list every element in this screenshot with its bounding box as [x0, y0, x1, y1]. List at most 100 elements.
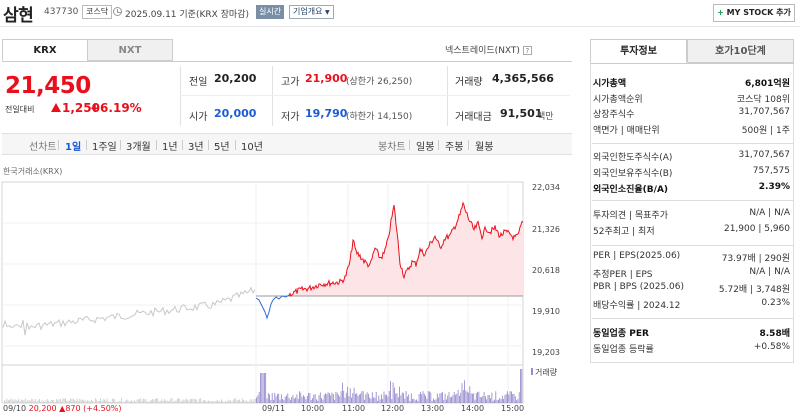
prev-day-change: 870 — [65, 404, 81, 413]
info-row: 동일업종 PER 8.58배 — [592, 326, 792, 340]
volume-bar — [239, 399, 241, 403]
volume-bar — [329, 393, 330, 403]
volume-bar — [326, 394, 328, 403]
volume-bar — [62, 398, 64, 403]
volume-bar — [31, 398, 33, 403]
volume-bar — [494, 399, 495, 403]
volume-bar — [162, 400, 164, 403]
volume-bar — [322, 399, 324, 403]
info-label: 외국인한도주식수(A) — [593, 153, 673, 163]
info-row: 외국인보유주식수(B) 757,575 — [592, 166, 792, 180]
volume-bar — [401, 392, 403, 403]
volume-bar — [370, 398, 372, 403]
tab-investment-info[interactable]: 투자정보 — [590, 39, 687, 63]
info-row: 시가총액순위 코스닥 108위 — [592, 92, 792, 106]
volume-bar — [210, 401, 212, 403]
volume-bar — [144, 399, 146, 403]
volume-bar — [95, 398, 96, 403]
y-tick: 22,034 — [532, 183, 560, 192]
volume-bar — [358, 394, 360, 403]
volume-bar — [348, 396, 350, 403]
volume-bar — [451, 396, 452, 403]
volume-bar — [165, 400, 166, 403]
volume-bar — [209, 401, 211, 403]
volume-bar — [473, 393, 475, 403]
volume-bar — [361, 391, 363, 403]
volume-bar — [85, 401, 87, 403]
volume-bar — [7, 400, 9, 403]
info-value: N/A | N/A — [749, 266, 790, 277]
volume-bar — [134, 400, 135, 403]
volume-legend-swatch — [531, 368, 533, 375]
volume-bar — [365, 394, 367, 403]
volume-bar — [323, 394, 325, 403]
volume-bar — [50, 400, 52, 403]
volume-bar — [192, 398, 194, 403]
volume-bar — [49, 401, 51, 403]
volume-bar — [218, 400, 220, 403]
volume-bar — [152, 399, 153, 403]
volume-bar — [334, 400, 335, 403]
volume-bar — [518, 392, 520, 403]
volume-bar — [279, 399, 281, 403]
volume-bar — [180, 401, 182, 403]
volume-bar — [18, 398, 20, 403]
volume-bar — [184, 399, 186, 403]
volume-bar — [67, 400, 69, 403]
volume-bar — [280, 394, 282, 403]
volume-bar — [435, 399, 437, 403]
volume-bar — [252, 401, 254, 403]
tab-orderbook[interactable]: 호가10단계 — [687, 39, 794, 63]
volume-bar — [382, 399, 384, 403]
volume-bar — [295, 397, 296, 403]
volume-bar — [240, 401, 242, 403]
volume-bar — [32, 399, 34, 403]
volume-bar — [46, 399, 48, 403]
volume-bar — [356, 393, 358, 403]
volume-bar — [434, 400, 436, 403]
volume-bar — [425, 395, 426, 403]
info-row: 52주최고 | 최저 21,900 | 5,960 — [592, 224, 792, 238]
volume-bar — [135, 401, 137, 403]
volume-bar — [461, 383, 463, 403]
x-tick: 14:00 — [461, 404, 485, 413]
volume-bar — [124, 401, 126, 403]
volume-bar — [512, 394, 514, 403]
info-value: 5.72배 | 3,748원 — [718, 285, 790, 295]
volume-bar — [416, 399, 417, 403]
volume-bar — [343, 390, 345, 403]
volume-bar — [439, 393, 441, 403]
volume-bar — [469, 386, 471, 403]
volume-bar — [238, 400, 239, 403]
volume-bar — [119, 400, 121, 403]
volume-bar — [35, 399, 36, 403]
volume-bar — [417, 400, 419, 403]
volume-bar — [421, 394, 423, 403]
volume-bar — [166, 400, 168, 403]
volume-bar — [161, 399, 163, 403]
volume-bar — [516, 400, 517, 403]
volume-bar — [513, 394, 515, 403]
volume-bar — [20, 399, 22, 403]
volume-bar — [27, 400, 29, 403]
volume-bar — [118, 401, 120, 403]
volume-bar — [296, 394, 298, 403]
volume-bar — [362, 391, 364, 403]
volume-bar — [312, 398, 313, 403]
volume-bar — [254, 399, 256, 403]
volume-bar — [287, 393, 289, 403]
x-tick: 10:00 — [301, 404, 325, 413]
volume-bar — [10, 398, 12, 403]
volume-bar — [408, 394, 410, 403]
info-label: 외국인보유주식수(B) — [593, 169, 673, 179]
volume-bar — [186, 398, 187, 403]
volume-bar — [414, 400, 416, 403]
volume-bar — [122, 401, 124, 403]
volume-bar — [253, 398, 255, 403]
volume-bar — [426, 398, 428, 403]
info-label: 시가총액 — [593, 79, 627, 89]
info-label: PBR | BPS (2025.06) — [593, 282, 685, 292]
volume-bar — [126, 399, 127, 403]
volume-bar — [206, 401, 208, 403]
volume-bar — [169, 400, 170, 403]
